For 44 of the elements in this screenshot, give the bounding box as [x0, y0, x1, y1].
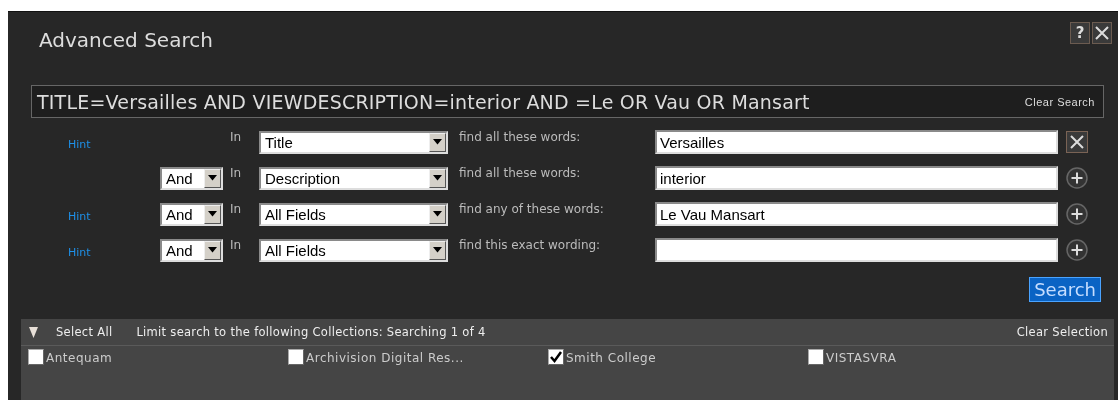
in-label: In — [230, 166, 243, 180]
close-button[interactable] — [1092, 22, 1112, 44]
collapse-triangle-icon[interactable] — [29, 326, 38, 338]
checkbox[interactable] — [548, 349, 564, 365]
collection-label: Antequam — [46, 351, 113, 365]
field-dropdown[interactable]: Description — [259, 166, 448, 190]
clear-selection-link[interactable]: Clear Selection — [1016, 325, 1108, 339]
operator-dropdown[interactable]: And — [160, 238, 223, 262]
add-button[interactable] — [1066, 167, 1088, 189]
operator-dropdown[interactable]: And — [160, 202, 223, 226]
collection-label: Smith College — [566, 351, 657, 365]
field-dropdown[interactable]: All Fields — [259, 202, 448, 226]
in-label: In — [230, 130, 243, 144]
checkbox[interactable] — [28, 349, 44, 365]
in-label: In — [230, 202, 243, 216]
in-label: In — [230, 238, 243, 252]
search-term-field[interactable] — [655, 238, 1058, 262]
remove-button[interactable] — [1066, 131, 1088, 153]
hint-link[interactable]: Hint — [68, 137, 91, 151]
search-button[interactable]: Search — [1029, 277, 1101, 302]
collections-summary: Limit search to the following Collections: Searching 1 of 4 — [136, 325, 487, 339]
match-label: find all these words: — [459, 166, 582, 180]
window-title: Advanced Search — [39, 28, 213, 52]
search-term-field[interactable]: Le Vau Mansart — [655, 202, 1058, 226]
add-button[interactable] — [1066, 203, 1088, 225]
hint-link[interactable]: Hint — [68, 245, 91, 259]
match-label: find all these words: — [459, 130, 582, 144]
match-label: find any of these words: — [459, 202, 605, 216]
hint-link[interactable]: Hint — [68, 209, 91, 223]
add-button[interactable] — [1066, 239, 1088, 261]
collection-label: Archivision Digital Res... — [306, 351, 464, 365]
field-dropdown[interactable]: Title — [259, 130, 448, 154]
search-term-field[interactable]: Versailles — [655, 130, 1058, 154]
collection-label: VISTASVRA — [826, 351, 897, 365]
checkbox[interactable] — [808, 349, 824, 365]
clear-search-link[interactable]: Clear Search — [1024, 95, 1095, 108]
select-all-link[interactable]: Select All — [56, 325, 113, 339]
operator-dropdown[interactable]: And — [160, 166, 223, 190]
search-term-field[interactable]: interior — [655, 166, 1058, 190]
help-button[interactable]: ? — [1070, 22, 1090, 44]
checkbox[interactable] — [288, 349, 304, 365]
field-dropdown[interactable]: All Fields — [259, 238, 448, 262]
query-text: TITLE=Versailles AND VIEWDESCRIPTION=interior AND =Le OR Vau OR Mansart — [37, 90, 810, 113]
match-label: find this exact wording: — [459, 238, 602, 252]
